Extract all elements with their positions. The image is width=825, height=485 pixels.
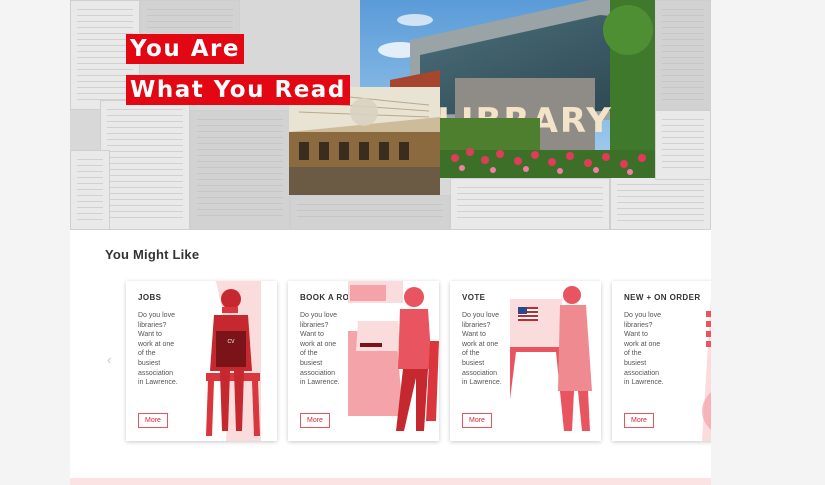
flag-icon <box>518 307 538 321</box>
card-title: JOBS <box>138 293 162 302</box>
section-title: You Might Like <box>105 247 200 262</box>
more-button[interactable]: More <box>138 413 168 428</box>
hero-banner: LIBRARY <box>70 0 711 230</box>
vote-illustration <box>510 286 592 431</box>
card-description: Do you love libraries? Want to work at o… <box>300 312 340 387</box>
hero-tagline-line-1: You Are <box>126 34 244 64</box>
carousel-prev-icon[interactable]: ‹ <box>107 352 111 367</box>
card-book-a-room[interactable]: BOOK A ROOM Do you love libraries? Want … <box>288 281 439 441</box>
card-jobs[interactable]: JOBS Do you love libraries? Want to work… <box>126 281 277 441</box>
card-title: VOTE <box>462 293 486 302</box>
card-description: Do you love libraries? Want to work at o… <box>624 312 664 387</box>
card-new-on-order[interactable]: NEW + ON ORDER Do you love libraries? Wa… <box>612 281 711 441</box>
footer-band <box>70 478 711 485</box>
card-description: Do you love libraries? Want to work at o… <box>462 312 502 387</box>
cv-label: CV <box>228 339 236 345</box>
more-button[interactable]: More <box>300 413 330 428</box>
new-on-order-illustration <box>702 297 711 441</box>
hero-tagline-line-2: What You Read <box>126 75 350 105</box>
more-button[interactable]: More <box>624 413 654 428</box>
page: LIBRARY <box>70 0 711 485</box>
more-button[interactable]: More <box>462 413 492 428</box>
jobs-illustration: CV <box>206 281 261 441</box>
book-a-room-illustration <box>348 281 439 431</box>
card-vote[interactable]: VOTE Do you love libraries? Want to work… <box>450 281 601 441</box>
card-description: Do you love libraries? Want to work at o… <box>138 312 178 387</box>
